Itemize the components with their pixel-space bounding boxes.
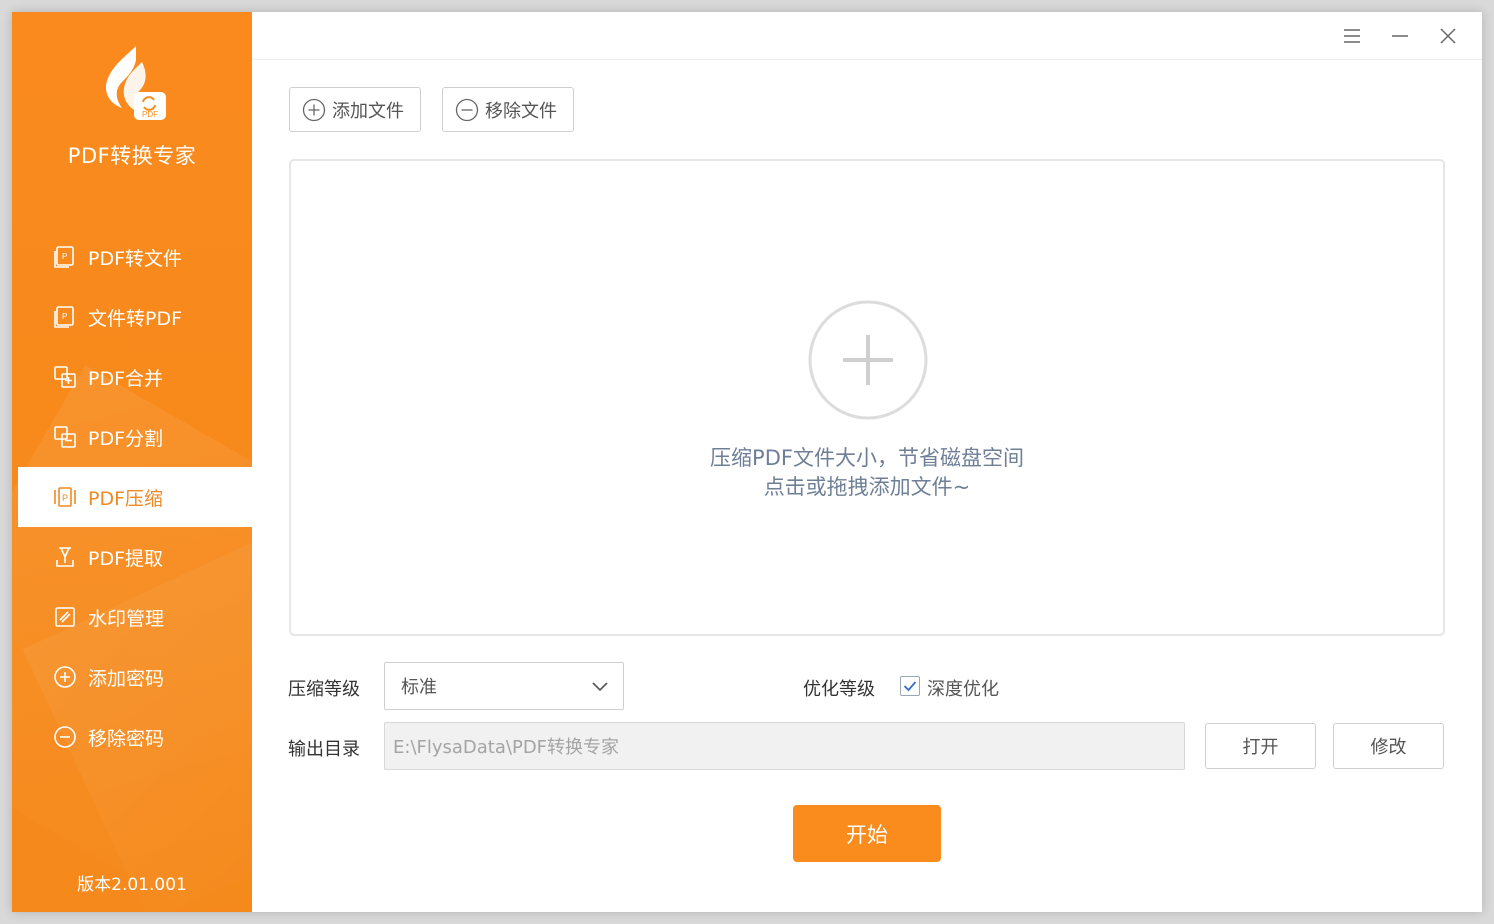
sidebar-item-label: PDF合并 (88, 367, 164, 390)
add-password-icon (52, 664, 78, 690)
sidebar-item-label: 水印管理 (88, 607, 165, 630)
sidebar-nav: P PDF转文件 P 文件转PDF PDF合并 PDF分割 P PDF压缩 PD… (12, 227, 252, 767)
svg-text:P: P (62, 252, 67, 261)
sidebar-item-watermark[interactable]: 水印管理 (12, 587, 252, 647)
sidebar-item-label: 文件转PDF (88, 307, 183, 330)
add-file-label: 添加文件 (332, 100, 404, 122)
add-plus-icon (807, 299, 929, 421)
file-to-pdf-icon: P (52, 304, 78, 330)
sidebar-item-pdf-split[interactable]: PDF分割 (12, 407, 252, 467)
add-file-button[interactable]: 添加文件 (289, 87, 421, 132)
chevron-down-icon (592, 682, 608, 692)
app-logo: PDF (96, 44, 168, 124)
sidebar-item-remove-password[interactable]: 移除密码 (12, 707, 252, 767)
watermark-icon (52, 604, 78, 630)
app-window: PDF PDF转换专家 P PDF转文件 P 文件转PDF PDF合并 PDF分… (12, 12, 1482, 912)
merge-icon (52, 364, 78, 390)
add-circle-icon (302, 98, 326, 121)
sidebar-item-label: 添加密码 (88, 667, 165, 690)
sidebar-item-label: PDF转文件 (88, 247, 183, 270)
drop-hint-primary: 压缩PDF文件大小，节省磁盘空间 (710, 446, 1024, 470)
logo-badge-text: PDF (142, 110, 158, 119)
output-dir-field[interactable] (384, 722, 1185, 770)
menu-icon (1344, 29, 1360, 43)
compress-level-value: 标准 (401, 677, 437, 698)
remove-file-label: 移除文件 (485, 100, 557, 122)
sidebar-item-pdf-extract[interactable]: PDF提取 (12, 527, 252, 587)
sidebar-item-pdf-to-file[interactable]: P PDF转文件 (12, 227, 252, 287)
deep-optimize-checkbox[interactable] (900, 676, 920, 696)
sidebar-item-label: PDF分割 (88, 427, 164, 450)
close-icon (1440, 28, 1456, 44)
title-bar (252, 12, 1482, 60)
compress-level-select[interactable]: 标准 (384, 662, 624, 710)
checkmark-icon (903, 681, 917, 692)
start-button[interactable]: 开始 (793, 805, 941, 862)
pdf-to-file-icon: P (52, 244, 78, 270)
file-drop-zone[interactable]: 压缩PDF文件大小，节省磁盘空间 点击或拖拽添加文件~ (289, 159, 1445, 636)
remove-circle-icon (455, 98, 479, 121)
close-button[interactable] (1436, 24, 1460, 48)
compress-level-label: 压缩等级 (288, 679, 360, 700)
split-icon (52, 424, 78, 450)
remove-file-button[interactable]: 移除文件 (442, 87, 574, 132)
optimize-level-label: 优化等级 (803, 679, 875, 700)
sidebar: PDF PDF转换专家 P PDF转文件 P 文件转PDF PDF合并 PDF分… (12, 12, 252, 912)
output-dir-label: 输出目录 (288, 739, 360, 760)
sidebar-item-label: PDF提取 (88, 547, 164, 570)
open-folder-button[interactable]: 打开 (1205, 723, 1316, 769)
menu-button[interactable] (1340, 24, 1364, 48)
deep-optimize-label: 深度优化 (927, 679, 999, 700)
sidebar-item-pdf-merge[interactable]: PDF合并 (12, 347, 252, 407)
extract-icon (52, 544, 78, 570)
remove-password-icon (52, 724, 78, 750)
drop-hint-secondary: 点击或拖拽添加文件~ (763, 475, 971, 499)
sidebar-item-label: PDF压缩 (88, 487, 164, 510)
svg-text:P: P (62, 312, 67, 321)
svg-text:P: P (62, 493, 68, 503)
app-name: PDF转换专家 (67, 144, 197, 168)
compress-icon: P (52, 484, 78, 510)
sidebar-item-file-to-pdf[interactable]: P 文件转PDF (12, 287, 252, 347)
version-label: 版本2.01.001 (77, 875, 187, 895)
sidebar-item-add-password[interactable]: 添加密码 (12, 647, 252, 707)
sidebar-item-pdf-compress[interactable]: P PDF压缩 (18, 467, 252, 527)
modify-folder-button[interactable]: 修改 (1333, 723, 1444, 769)
minimize-icon (1392, 35, 1408, 37)
minimize-button[interactable] (1388, 24, 1412, 48)
sidebar-item-label: 移除密码 (88, 727, 165, 750)
